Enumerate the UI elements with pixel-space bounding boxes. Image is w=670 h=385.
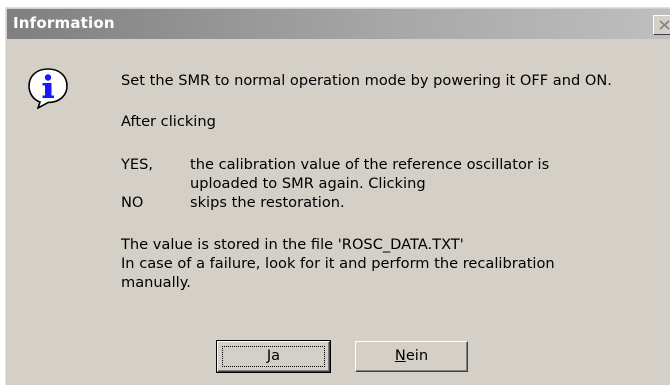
message-line-1: Set the SMR to normal operation mode by … — [121, 72, 612, 89]
failure-text-1: In case of a failure, look for it and pe… — [121, 255, 555, 272]
yes-button-label-rest: a — [271, 347, 281, 364]
title-bar[interactable]: Information — [7, 9, 670, 39]
failure-text-2: manually. — [121, 274, 191, 291]
screen: Information Set the SMR to normal operat… — [0, 0, 670, 385]
no-explanation: skips the restoration. — [190, 194, 345, 211]
message-line-2: After clicking — [121, 113, 216, 130]
dialog-title: Information — [13, 14, 115, 32]
no-button[interactable]: Nein — [355, 341, 468, 372]
info-icon — [28, 68, 68, 109]
no-button-label: Nein — [395, 347, 428, 364]
yes-key-label: YES, — [121, 156, 154, 173]
close-button[interactable] — [653, 15, 670, 35]
no-button-label-rest: ein — [405, 347, 429, 364]
information-dialog: Information Set the SMR to normal operat… — [4, 6, 670, 385]
no-button-mnemonic: N — [394, 347, 406, 364]
stored-file-text: The value is stored in the file 'ROSC_DA… — [121, 236, 464, 253]
close-icon — [659, 20, 670, 30]
no-key-label: NO — [121, 194, 144, 211]
yes-button[interactable]: Ja — [216, 340, 331, 373]
yes-explanation-1: the calibration value of the reference o… — [190, 156, 550, 173]
yes-explanation-2: uploaded to SMR again. Clicking — [190, 175, 426, 192]
yes-button-label: Ja — [267, 347, 280, 364]
